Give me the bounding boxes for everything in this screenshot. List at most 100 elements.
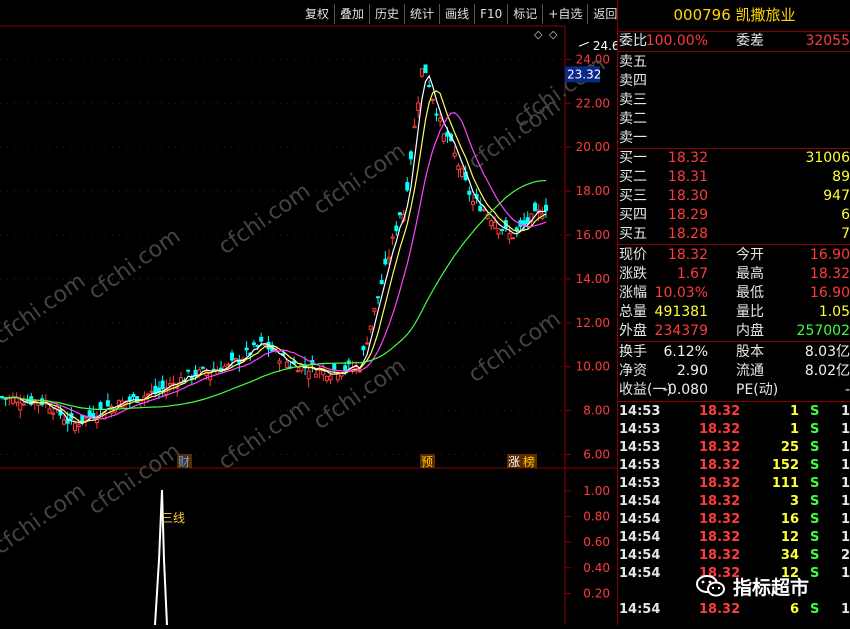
watermark: cfchi.com bbox=[464, 307, 565, 388]
candle-body bbox=[295, 370, 300, 373]
info-value: 8.03亿 bbox=[804, 344, 850, 360]
candle-body bbox=[434, 113, 439, 116]
tick-row: 14:53 18.32 25 S 1 bbox=[618, 439, 850, 457]
info-value: -0.080 bbox=[662, 382, 708, 398]
tick-count: 1 bbox=[840, 404, 850, 419]
wechat-watermark: 指标超市 bbox=[695, 568, 809, 604]
candle-body bbox=[368, 325, 373, 330]
tick-time: 14:54 bbox=[619, 512, 661, 527]
tick-price: 18.32 bbox=[699, 512, 741, 527]
candle-body bbox=[200, 366, 205, 369]
stat-value: 491381 bbox=[654, 304, 708, 320]
bid-row: 买二 18.31 89 bbox=[618, 168, 850, 187]
candle-body bbox=[51, 412, 56, 415]
ask-label: 卖二 bbox=[619, 111, 647, 127]
tick-side: S bbox=[810, 512, 820, 527]
stat-label: 外盘 bbox=[619, 323, 647, 339]
kline-chart-area[interactable]: 24.00 22.00 20.00 18.00 16.00 14.00 12.00 10.00… bbox=[0, 0, 720, 626]
candle-body bbox=[251, 342, 256, 346]
event-label: 涨 bbox=[508, 454, 520, 469]
candle-body bbox=[365, 342, 370, 345]
candle-body bbox=[171, 382, 176, 385]
info-value: - bbox=[844, 382, 850, 398]
candle-body bbox=[492, 221, 497, 229]
statistics-button[interactable]: 统计 bbox=[404, 4, 439, 24]
candle-body bbox=[131, 394, 136, 398]
candle-body bbox=[467, 190, 472, 195]
mark-button[interactable]: 标记 bbox=[507, 4, 542, 24]
bid-price: 18.32 bbox=[667, 150, 708, 166]
ask-row: 卖一 bbox=[618, 129, 850, 148]
tick-count: 1 bbox=[840, 602, 850, 617]
stock-title[interactable]: 000796 凯撒旅业 bbox=[618, 0, 850, 32]
info-label: PE(动) bbox=[736, 382, 779, 398]
tick-count: 1 bbox=[840, 566, 850, 581]
bid-volume: 89 bbox=[832, 169, 850, 185]
bid-row: 买四 18.29 6 bbox=[618, 206, 850, 225]
stat-value: 18.32 bbox=[809, 266, 850, 282]
tick-side: S bbox=[810, 422, 820, 437]
draw-line-button[interactable]: 画线 bbox=[439, 4, 474, 24]
tick-time: 14:54 bbox=[619, 566, 661, 581]
candle-body bbox=[18, 402, 23, 411]
kline-chart-svg[interactable]: 24.0022.0020.0018.0016.0014.0012.0010.00… bbox=[0, 0, 720, 626]
event-label: 榜 bbox=[523, 454, 535, 469]
overlay-button[interactable]: 叠加 bbox=[334, 4, 369, 24]
event-label: 预 bbox=[421, 455, 433, 469]
stat-value: 10.03% bbox=[654, 285, 708, 301]
tick-price: 18.32 bbox=[699, 440, 741, 455]
candle-body bbox=[460, 168, 465, 178]
watermark: cfchi.com bbox=[84, 224, 185, 305]
candle-body bbox=[62, 419, 67, 425]
candle-body bbox=[507, 233, 512, 240]
tick-row: 14:54 18.32 3 S 1 bbox=[618, 493, 850, 511]
bid-price: 18.31 bbox=[667, 169, 708, 185]
bid-row: 买五 18.28 7 bbox=[618, 225, 850, 244]
tick-volume: 12 bbox=[780, 530, 799, 545]
tick-price: 18.32 bbox=[699, 548, 741, 563]
event-label: 财 bbox=[178, 455, 190, 469]
indicator-tick-label: 0.40 bbox=[583, 561, 610, 575]
ask-label: 卖四 bbox=[619, 73, 647, 89]
candle-body bbox=[416, 102, 421, 111]
candle-body bbox=[379, 280, 384, 285]
candle-body bbox=[478, 205, 483, 212]
candle-body bbox=[470, 200, 475, 206]
tick-row: 14:53 18.32 111 S 1 bbox=[618, 475, 850, 493]
add-watchlist-button[interactable]: +自选 bbox=[542, 4, 587, 24]
wechat-icon bbox=[696, 575, 725, 597]
candle-body bbox=[36, 402, 41, 406]
tick-row: 14:54 18.32 34 S 2 bbox=[618, 547, 850, 565]
ask-row: 卖四 bbox=[618, 72, 850, 91]
fuquan-button[interactable]: 复权 bbox=[300, 4, 334, 24]
stat-value: 234379 bbox=[654, 323, 708, 339]
tick-volume: 25 bbox=[780, 440, 799, 455]
weibi-row: 委比 100.00% 委差 32055 bbox=[618, 32, 850, 51]
candle-body bbox=[525, 217, 530, 224]
tick-side: S bbox=[810, 476, 820, 491]
tick-price: 18.32 bbox=[699, 476, 741, 491]
tick-count: 1 bbox=[840, 476, 850, 491]
stat-row: 涨跌 1.67 最高 18.32 bbox=[618, 265, 850, 284]
tick-time: 14:53 bbox=[619, 422, 661, 437]
candle-body bbox=[430, 98, 435, 101]
tick-volume: 1 bbox=[789, 404, 799, 419]
price-tick-label: 22.00 bbox=[576, 96, 610, 110]
tick-count: 1 bbox=[840, 440, 850, 455]
tick-count: 1 bbox=[840, 494, 850, 509]
candle-body bbox=[313, 373, 318, 378]
tick-row: 14:54 18.32 16 S 1 bbox=[618, 511, 850, 529]
bid-label: 买三 bbox=[619, 188, 647, 204]
price-tick-label: 8.00 bbox=[583, 404, 610, 418]
f10-button[interactable]: F10 bbox=[474, 4, 507, 24]
stat-label: 总量 bbox=[619, 304, 647, 320]
stat-value: 257002 bbox=[796, 323, 850, 339]
bid-volume: 947 bbox=[823, 188, 850, 204]
diamond-icon: ◇ bbox=[549, 28, 558, 41]
history-button[interactable]: 历史 bbox=[369, 4, 404, 24]
max-price-label: 24.60 bbox=[593, 39, 617, 53]
candle-body bbox=[47, 408, 52, 414]
tick-time: 14:53 bbox=[619, 404, 661, 419]
stat-value: 1.67 bbox=[676, 266, 708, 282]
tick-count: 1 bbox=[840, 458, 850, 473]
